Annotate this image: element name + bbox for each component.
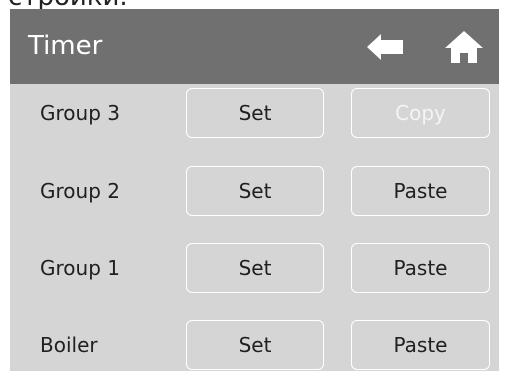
set-button[interactable]: Set: [186, 243, 324, 293]
set-button[interactable]: Set: [186, 320, 324, 370]
home-icon[interactable]: [443, 29, 485, 65]
row-label: Boiler: [40, 333, 98, 357]
paste-button[interactable]: Paste: [351, 166, 490, 216]
page-title: Timer: [28, 31, 103, 61]
row-boiler: Boiler Set Paste: [10, 320, 499, 370]
timer-panel: Timer Group 3 Set Copy Group 2 Set Paste…: [10, 9, 499, 371]
top-strip: стройки.: [0, 0, 509, 9]
back-arrow-icon[interactable]: [365, 31, 405, 63]
row-group-2: Group 2 Set Paste: [10, 166, 499, 216]
set-button[interactable]: Set: [186, 166, 324, 216]
paste-button[interactable]: Paste: [351, 320, 490, 370]
header-bar: Timer: [10, 9, 499, 84]
copy-button: Copy: [351, 88, 490, 138]
row-group-1: Group 1 Set Paste: [10, 243, 499, 293]
row-label: Group 2: [40, 179, 120, 203]
row-label: Group 3: [40, 101, 120, 125]
top-strip-text: стройки.: [8, 0, 128, 9]
paste-button[interactable]: Paste: [351, 243, 490, 293]
row-label: Group 1: [40, 256, 120, 280]
row-group-3: Group 3 Set Copy: [10, 88, 499, 138]
set-button[interactable]: Set: [186, 88, 324, 138]
